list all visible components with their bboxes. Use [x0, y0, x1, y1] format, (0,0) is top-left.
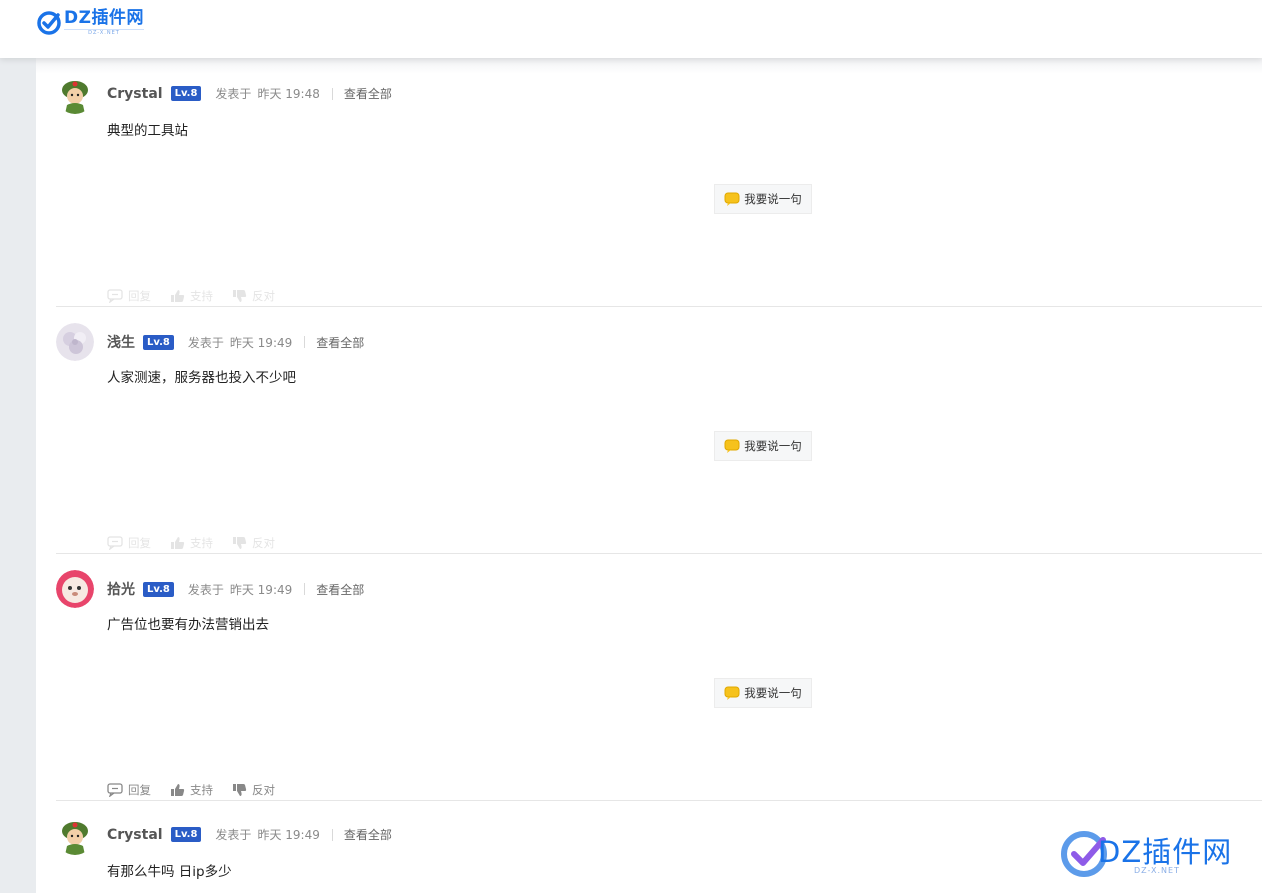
- support-label: 支持: [190, 289, 213, 303]
- watermark-text: DZ插件网: [1098, 835, 1233, 869]
- content-top-shadow: [36, 58, 1262, 74]
- post-actions: 回复 支持 反对: [107, 288, 294, 304]
- username[interactable]: Crystal: [107, 827, 163, 843]
- site-header: DZ插件网 DZ-X.NET: [0, 0, 1262, 58]
- post-time: 昨天 19:49: [229, 582, 293, 597]
- divider: [304, 336, 306, 348]
- thumbs-down-icon: [233, 290, 247, 302]
- post-meta: Crystal Lv.8 发表于 昨天 19:48 查看全部: [107, 85, 392, 102]
- reply-button[interactable]: 回复: [107, 782, 151, 798]
- comment-icon: [107, 289, 123, 303]
- avatar[interactable]: [56, 76, 94, 114]
- speech-bubble-icon: [724, 192, 740, 206]
- view-all-link[interactable]: 查看全部: [344, 826, 392, 843]
- username[interactable]: Crystal: [107, 86, 163, 102]
- avatar[interactable]: [56, 323, 94, 361]
- comment-icon: [107, 783, 123, 797]
- say-button-label: 我要说一句: [744, 686, 802, 700]
- check-logo-icon: [37, 11, 61, 35]
- post-meta: 浅生 Lv.8 发表于 昨天 19:49 查看全部: [107, 332, 364, 352]
- post-item: 拾光 Lv.8 发表于 昨天 19:49 查看全部 广告位也要有办法营销出去 我…: [56, 570, 1262, 801]
- thumbs-up-icon: [171, 537, 185, 549]
- oppose-label: 反对: [252, 536, 275, 550]
- username[interactable]: 拾光: [107, 579, 135, 599]
- oppose-label: 反对: [252, 289, 275, 303]
- posted-label: 发表于: [187, 335, 224, 350]
- post-meta: Crystal Lv.8 发表于 昨天 19:49 查看全部: [107, 826, 392, 843]
- support-label: 支持: [190, 783, 213, 797]
- level-badge: Lv.8: [170, 827, 202, 842]
- site-watermark: DZ插件网 DZ-X.NET: [1061, 826, 1262, 886]
- oppose-button[interactable]: 反对: [232, 288, 275, 304]
- level-badge: Lv.8: [170, 86, 202, 101]
- level-badge: Lv.8: [143, 581, 174, 597]
- speech-bubble-icon: [724, 439, 740, 453]
- reply-label: 回复: [128, 783, 151, 797]
- post-item: Crystal Lv.8 发表于 昨天 19:48 查看全部 典型的工具站 我要…: [56, 76, 1262, 307]
- post-time: 昨天 19:49: [257, 828, 320, 842]
- post-time: 昨天 19:48: [257, 87, 320, 101]
- say-something-button[interactable]: 我要说一句: [714, 431, 812, 461]
- support-button[interactable]: 支持: [170, 782, 213, 798]
- say-something-button[interactable]: 我要说一句: [714, 184, 812, 214]
- reply-label: 回复: [128, 289, 151, 303]
- divider: [304, 583, 306, 595]
- divider: [331, 87, 333, 100]
- oppose-label: 反对: [252, 783, 275, 797]
- logo-title: DZ插件网: [64, 8, 144, 28]
- post-message: 典型的工具站: [107, 123, 188, 139]
- thumbs-down-icon: [233, 784, 247, 796]
- reply-button[interactable]: 回复: [107, 288, 151, 304]
- support-button[interactable]: 支持: [170, 288, 213, 304]
- say-button-label: 我要说一句: [744, 439, 802, 453]
- avatar[interactable]: [56, 817, 94, 855]
- divider: [331, 828, 333, 841]
- say-button-label: 我要说一句: [744, 192, 802, 206]
- post-actions: 回复 支持 反对: [107, 535, 294, 551]
- post-item: 浅生 Lv.8 发表于 昨天 19:49 查看全部 人家测速，服务器也投入不少吧…: [56, 323, 1262, 554]
- view-all-link[interactable]: 查看全部: [316, 334, 364, 351]
- oppose-button[interactable]: 反对: [232, 535, 275, 551]
- thumbs-up-icon: [171, 784, 185, 796]
- thumbs-down-icon: [233, 537, 247, 549]
- support-label: 支持: [190, 536, 213, 550]
- reply-button[interactable]: 回复: [107, 535, 151, 551]
- watermark-subtitle: DZ-X.NET: [1134, 866, 1180, 875]
- view-all-link[interactable]: 查看全部: [316, 581, 364, 598]
- post-meta: 拾光 Lv.8 发表于 昨天 19:49 查看全部: [107, 579, 364, 599]
- post-message: 有那么牛吗 日ip多少: [107, 864, 232, 880]
- speech-bubble-icon: [724, 686, 740, 700]
- post-message: 广告位也要有办法营销出去: [107, 617, 269, 633]
- posted-label: 发表于: [215, 87, 252, 101]
- post-actions: 回复 支持 反对: [107, 782, 294, 798]
- site-logo[interactable]: DZ插件网 DZ-X.NET: [36, 10, 144, 36]
- username[interactable]: 浅生: [107, 332, 135, 352]
- say-something-button[interactable]: 我要说一句: [714, 678, 812, 708]
- posted-label: 发表于: [187, 582, 224, 597]
- level-badge: Lv.8: [143, 334, 174, 350]
- avatar[interactable]: [56, 570, 94, 608]
- logo-subtitle: DZ-X.NET: [64, 29, 144, 36]
- reply-label: 回复: [128, 536, 151, 550]
- thumbs-up-icon: [171, 290, 185, 302]
- comment-icon: [107, 536, 123, 550]
- post-time: 昨天 19:49: [229, 335, 293, 350]
- post-message: 人家测速，服务器也投入不少吧: [107, 370, 296, 386]
- support-button[interactable]: 支持: [170, 535, 213, 551]
- posted-label: 发表于: [215, 828, 252, 842]
- oppose-button[interactable]: 反对: [232, 782, 275, 798]
- view-all-link[interactable]: 查看全部: [344, 85, 392, 102]
- left-rail: [0, 58, 36, 893]
